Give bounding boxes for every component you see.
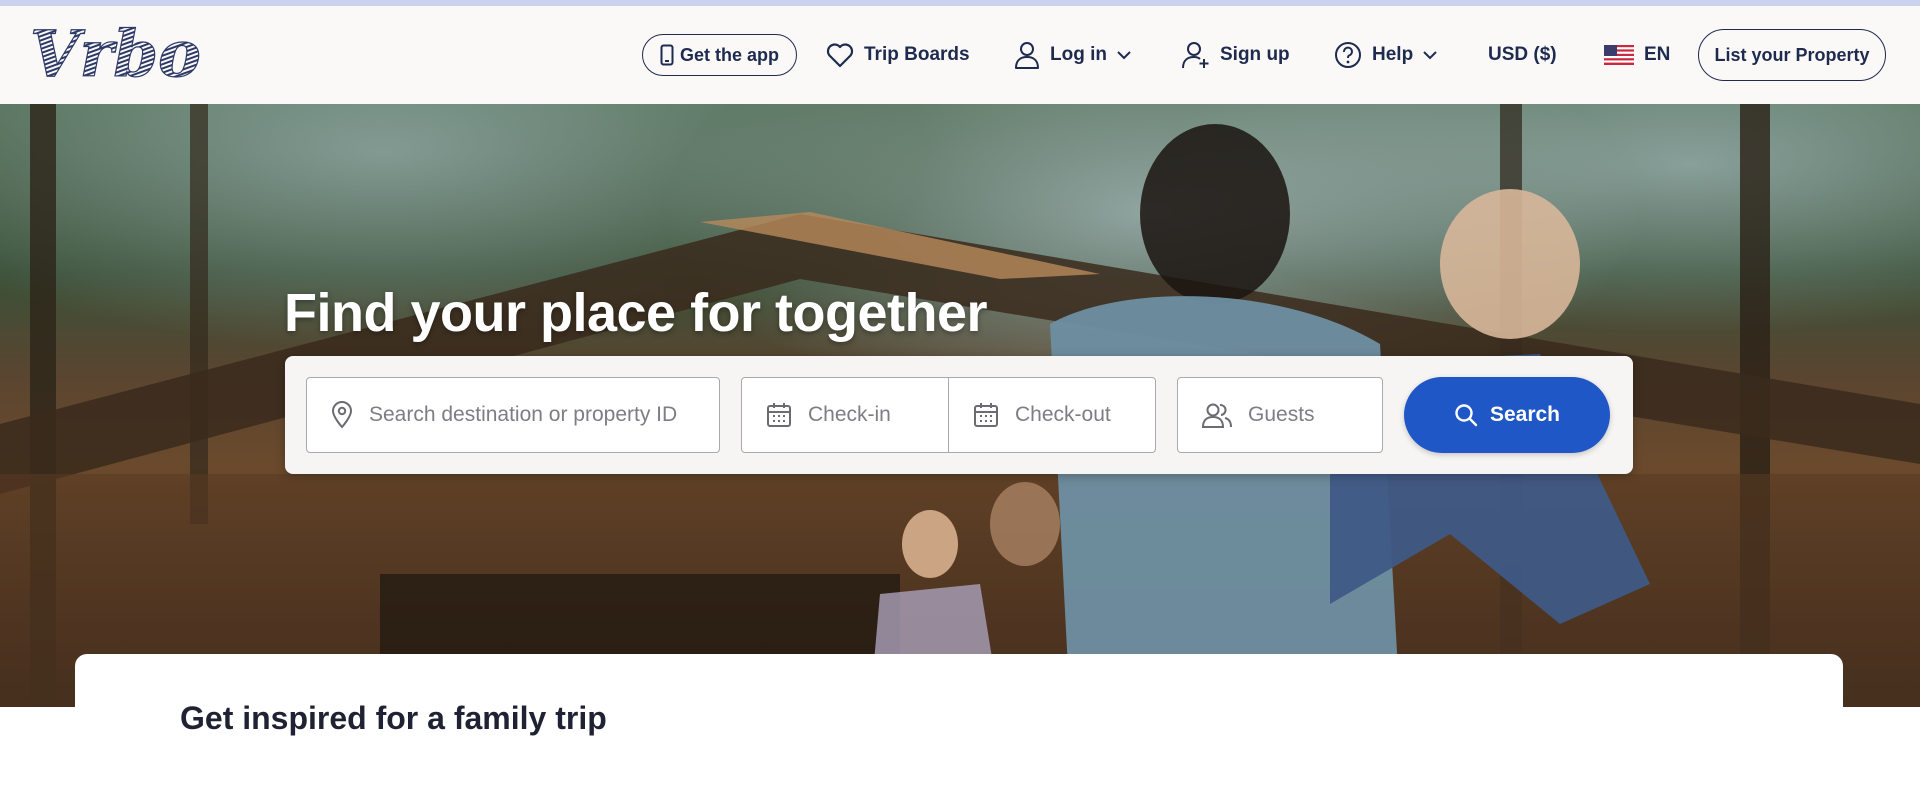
currency-selector[interactable]: USD ($) [1488, 6, 1557, 104]
list-your-property-button[interactable]: List your Property [1698, 29, 1886, 81]
get-the-app-button[interactable]: Get the app [642, 34, 797, 76]
hero-banner: Find your place for together Search dest… [0, 104, 1920, 707]
svg-text:Vrbo: Vrbo [30, 22, 200, 86]
login-menu[interactable]: Log in [1014, 6, 1131, 104]
guests-input[interactable]: Guests [1177, 377, 1383, 453]
vrbo-logo[interactable]: Vrbo [30, 22, 200, 86]
checkin-placeholder: Check-in [808, 403, 891, 426]
checkin-input[interactable]: Check-in [741, 377, 949, 453]
destination-placeholder: Search destination or property ID [369, 403, 678, 426]
add-user-icon [1182, 42, 1209, 69]
checkout-placeholder: Check-out [1015, 403, 1111, 426]
calendar-icon [767, 403, 791, 427]
language-label: EN [1644, 44, 1671, 65]
chevron-down-icon [1423, 50, 1437, 59]
hero-title: Find your place for together [284, 283, 988, 343]
list-your-property-label: List your Property [1714, 44, 1870, 65]
signup-label: Sign up [1220, 44, 1290, 65]
us-flag-icon [1604, 45, 1634, 65]
chevron-down-icon [1117, 50, 1131, 59]
login-label: Log in [1050, 44, 1107, 65]
search-button-label: Search [1489, 403, 1561, 426]
help-label: Help [1372, 44, 1414, 65]
map-pin-icon [331, 401, 353, 429]
inspiration-heading: Get inspired for a family trip [180, 700, 607, 736]
search-button[interactable]: Search [1404, 377, 1610, 453]
calendar-icon [974, 403, 998, 427]
inspiration-card: Get inspired for a family trip [75, 654, 1843, 794]
search-icon [1455, 404, 1478, 427]
trip-boards-label: Trip Boards [864, 44, 970, 65]
trip-boards-link[interactable]: Trip Boards [826, 6, 970, 104]
language-selector[interactable]: EN [1604, 6, 1670, 104]
checkout-input[interactable]: Check-out [948, 377, 1156, 453]
guests-placeholder: Guests [1248, 403, 1315, 426]
help-menu[interactable]: Help [1334, 6, 1437, 104]
user-icon [1015, 42, 1039, 69]
guests-icon [1202, 403, 1232, 428]
get-the-app-label: Get the app [679, 44, 779, 65]
currency-label: USD ($) [1488, 44, 1557, 65]
destination-input[interactable]: Search destination or property ID [306, 377, 720, 453]
site-header: Vrbo Get the app Trip Boards Log in Sign… [0, 6, 1920, 105]
heart-icon [826, 43, 854, 68]
signup-link[interactable]: Sign up [1182, 6, 1290, 104]
phone-icon [660, 44, 674, 66]
search-bar: Search destination or property ID Check-… [285, 356, 1633, 474]
help-circle-icon [1335, 42, 1361, 68]
